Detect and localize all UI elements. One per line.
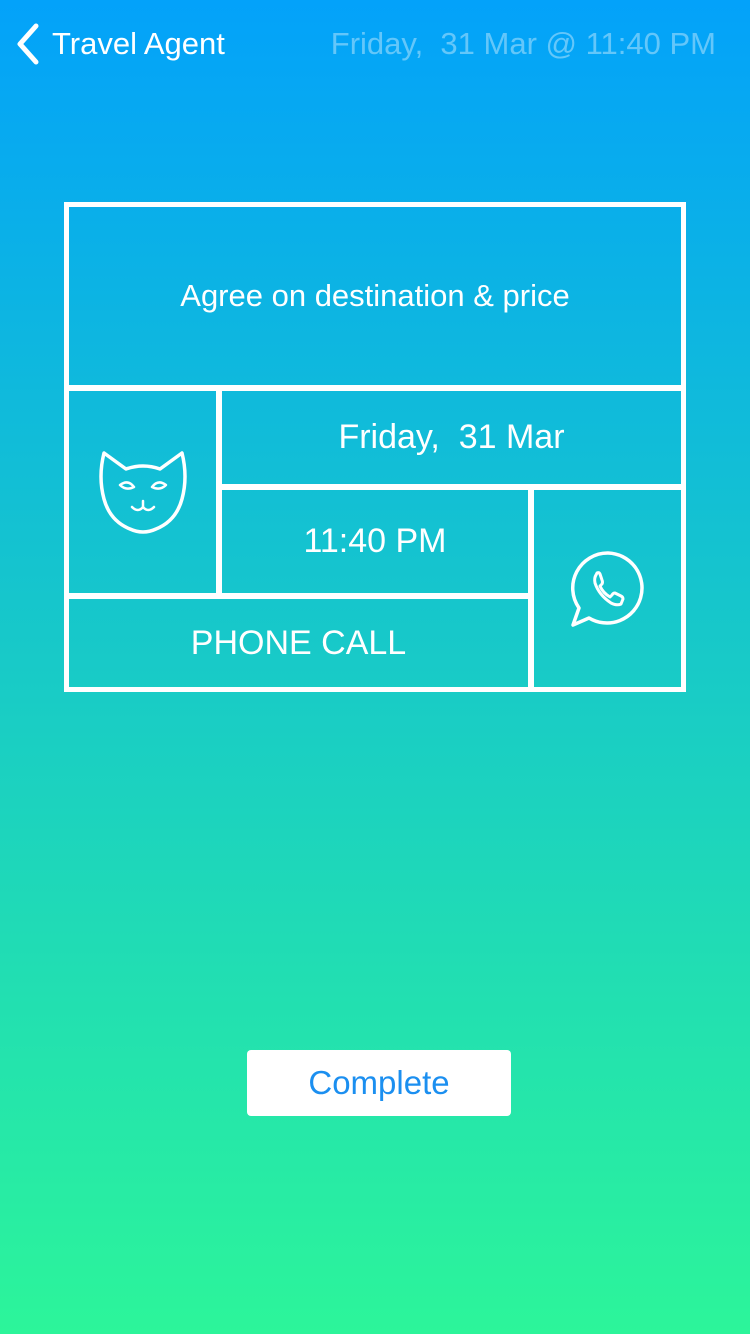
chevron-left-icon [17, 23, 39, 65]
back-button[interactable]: Travel Agent [14, 20, 225, 68]
task-card: Agree on destination & price Friday, 31 … [64, 202, 686, 692]
appointment-time: 11:40 PM [217, 485, 533, 598]
complete-button[interactable]: Complete [247, 1050, 511, 1116]
contact-method: PHONE CALL [64, 594, 533, 692]
nav-datetime: Friday, 31 Mar @ 11:40 PM [330, 26, 716, 61]
task-title: Agree on destination & price [64, 202, 686, 390]
back-button-label: Travel Agent [52, 26, 225, 61]
whatsapp-button[interactable] [529, 485, 686, 692]
cat-face-icon [98, 451, 187, 534]
appointment-date: Friday, 31 Mar [217, 386, 686, 489]
whatsapp-icon [570, 550, 644, 627]
avatar[interactable] [64, 386, 221, 598]
